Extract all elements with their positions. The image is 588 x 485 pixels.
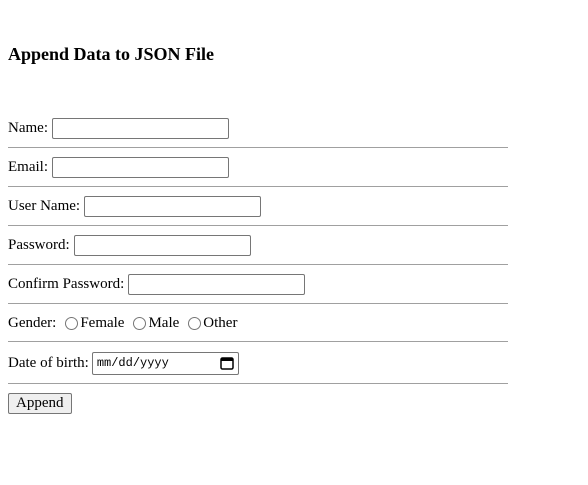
email-field[interactable] [52, 156, 229, 178]
confirm-password-label: Confirm Password: [8, 276, 125, 292]
password-row: Password: [8, 234, 508, 256]
name-label: Name: [8, 120, 48, 136]
password-label: Password: [8, 237, 70, 253]
divider [8, 147, 508, 148]
confirm-password-field[interactable] [128, 273, 306, 295]
username-row: User Name: [8, 195, 508, 217]
calendar-icon[interactable] [220, 356, 234, 370]
dob-date-field[interactable]: mm/dd/yyyy [91, 351, 239, 375]
divider [8, 186, 508, 187]
email-row: Email: [8, 156, 508, 178]
confirm-password-row: Confirm Password: [8, 273, 508, 295]
gender-option-other[interactable]: Other [188, 315, 237, 332]
gender-label: Gender: [8, 315, 57, 331]
username-field[interactable] [84, 195, 262, 217]
male-radio[interactable] [133, 316, 147, 330]
password-field[interactable] [73, 234, 251, 256]
gender-option-male[interactable]: Male [133, 315, 179, 332]
email-label: Email: [8, 159, 48, 175]
append-button[interactable]: Append [8, 393, 72, 414]
male-label: Male [148, 314, 180, 331]
dob-placeholder: mm/dd/yyyy [96, 356, 169, 370]
other-radio[interactable] [188, 316, 202, 330]
name-field[interactable] [51, 117, 229, 139]
divider [8, 225, 508, 226]
divider [8, 303, 508, 304]
other-label: Other [203, 314, 238, 331]
female-radio[interactable] [65, 316, 79, 330]
dob-row: Date of birth: mm/dd/yyyy [8, 351, 508, 375]
female-label: Female [80, 314, 125, 331]
dob-label: Date of birth: [8, 355, 89, 371]
gender-option-female[interactable]: Female [65, 315, 124, 332]
divider [8, 383, 508, 384]
page-title: Append Data to JSON File [8, 44, 215, 64]
name-row: Name: [8, 117, 508, 139]
username-label: User Name: [8, 198, 81, 214]
divider [8, 341, 508, 342]
gender-row: Gender: Female Male Other [8, 312, 508, 334]
divider [8, 264, 508, 265]
